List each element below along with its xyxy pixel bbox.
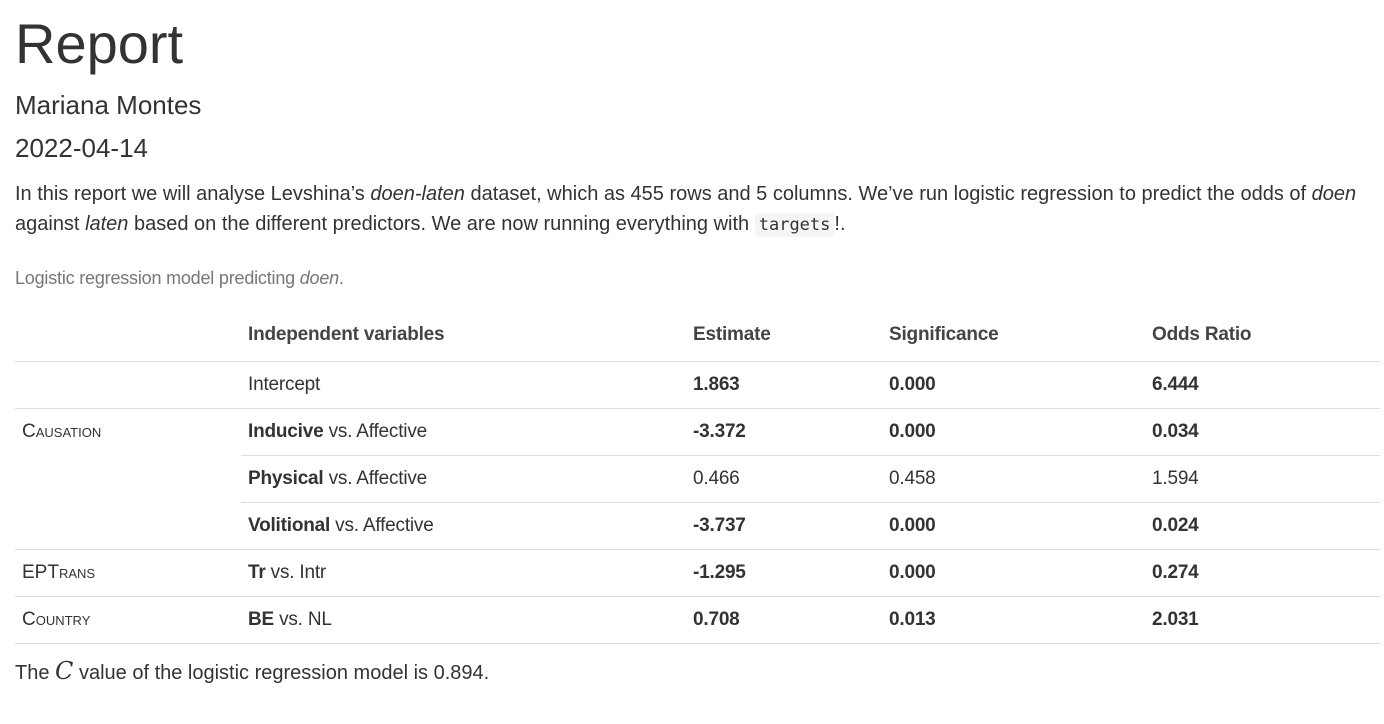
row-estimate: -3.372: [686, 407, 882, 456]
row-group: Causation: [15, 407, 241, 456]
intro-text-1: In this report we will analyse Levshina’…: [15, 182, 371, 205]
targets-code: targets: [754, 212, 835, 237]
row-variable: Physical vs. Affective: [241, 454, 686, 503]
row-estimate: 1.863: [693, 373, 740, 395]
row-odds-ratio: 0.274: [1145, 548, 1380, 597]
table-row: Physical vs. Affective 0.466 0.458 1.594: [15, 454, 1380, 503]
row-odds-ratio: 6.444: [1152, 373, 1199, 395]
table-caption: Logistic regression model predicting doe…: [15, 268, 1380, 289]
row-significance: 0.458: [882, 454, 1145, 503]
row-estimate: 0.466: [686, 454, 882, 503]
header-variables: Independent variables: [241, 308, 686, 362]
row-odds-ratio: 2.031: [1145, 595, 1380, 644]
row-group: EPTrans: [15, 548, 241, 597]
variable-level: Tr: [248, 561, 266, 583]
intro-doen: doen: [1311, 182, 1357, 205]
row-significance: 0.013: [882, 595, 1145, 644]
variable-contrast: vs. NL: [274, 608, 332, 630]
report-date: 2022-04-14: [15, 133, 148, 164]
header-odds-ratio: Odds Ratio: [1145, 308, 1380, 362]
row-group: [15, 455, 241, 502]
summary-paragraph: The C value of the logistic regression m…: [15, 656, 1380, 688]
variable-level: BE: [248, 608, 274, 630]
variable-contrast: vs. Affective: [330, 514, 434, 536]
row-group: Country: [15, 595, 241, 644]
row-variable: Inducive vs. Affective: [241, 407, 686, 456]
variable-contrast: vs. Intr: [265, 561, 327, 583]
row-estimate: 0.708: [686, 595, 882, 644]
intro-text-3: against: [15, 212, 86, 235]
header-group: [15, 308, 241, 362]
intro-dataset-name: doen-laten: [370, 182, 465, 205]
table-header-row: Independent variables Estimate Significa…: [15, 308, 1380, 362]
variable-level: Volitional: [248, 514, 331, 536]
intro-text-2: dataset, which as 455 rows and 5 columns…: [464, 182, 1312, 205]
table-row: Intercept 1.863 0.000 6.444: [15, 361, 1380, 408]
report-title: Report: [15, 12, 184, 75]
variable-level: Inducive: [248, 420, 324, 442]
row-odds-ratio: 1.594: [1145, 454, 1380, 503]
report-author: Mariana Montes: [15, 89, 202, 120]
row-estimate: -3.737: [686, 501, 882, 550]
row-odds-ratio: 0.024: [1145, 501, 1380, 550]
intro-paragraph: In this report we will analyse Levshina’…: [15, 179, 1380, 240]
row-significance: 0.000: [882, 548, 1145, 597]
variable-level: Physical: [248, 467, 324, 489]
table-row: Volitional vs. Affective -3.737 0.000 0.…: [15, 501, 1380, 550]
row-significance: 0.000: [882, 501, 1145, 550]
report-page: Report Mariana Montes 2022-04-14 In this…: [15, 0, 1380, 688]
table-row: Causation Inducive vs. Affective -3.372 …: [15, 407, 1380, 456]
variable-contrast: Intercept: [248, 373, 321, 395]
row-variable: BE vs. NL: [241, 595, 686, 644]
intro-text-4: based on the different predictors. We ar…: [128, 212, 755, 235]
row-variable: Tr vs. Intr: [241, 548, 686, 597]
row-significance: 0.000: [882, 407, 1145, 456]
outro-text-2: value of the logistic regression model i…: [73, 661, 490, 684]
caption-end: .: [339, 267, 344, 288]
row-variable: Intercept: [241, 361, 686, 408]
row-odds-ratio: 0.034: [1145, 407, 1380, 456]
table-row: EPTrans Tr vs. Intr -1.295 0.000 0.274: [15, 548, 1380, 597]
table-row: Country BE vs. NL 0.708 0.013 2.031: [15, 595, 1380, 644]
caption-em: doen: [299, 267, 339, 288]
variable-contrast: vs. Affective: [323, 467, 428, 489]
header-significance: Significance: [882, 308, 1145, 362]
outro-text-1: The: [15, 661, 56, 684]
intro-text-5: !.: [834, 212, 846, 235]
row-group: [15, 502, 241, 549]
regression-table: Independent variables Estimate Significa…: [15, 308, 1380, 644]
row-group: [15, 361, 241, 408]
variable-contrast: vs. Affective: [323, 420, 428, 442]
c-statistic-symbol: C: [55, 656, 74, 685]
header-estimate: Estimate: [686, 308, 882, 362]
row-estimate: -1.295: [686, 548, 882, 597]
caption-text: Logistic regression model predicting: [15, 267, 300, 288]
intro-laten: laten: [85, 212, 129, 235]
row-significance: 0.000: [889, 373, 936, 395]
row-variable: Volitional vs. Affective: [241, 501, 686, 550]
